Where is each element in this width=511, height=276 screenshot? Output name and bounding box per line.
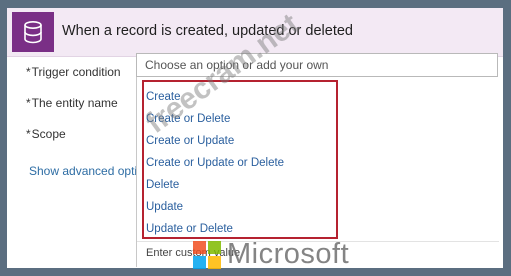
dropdown-option-update-or-delete[interactable]: Update or Delete xyxy=(146,223,233,235)
dropdown-option-create-or-delete[interactable]: Create or Delete xyxy=(146,113,230,125)
scope-label-text: Scope xyxy=(31,127,66,141)
trigger-condition-dropdown: Create Create or Delete Create or Update… xyxy=(136,77,499,267)
required-marker: * xyxy=(26,96,31,110)
dropdown-option-delete[interactable]: Delete xyxy=(146,179,179,191)
card-header[interactable]: When a record is created, updated or del… xyxy=(7,8,503,57)
dropdown-option-create[interactable]: Create xyxy=(146,91,181,103)
dropdown-option-create-or-update[interactable]: Create or Update xyxy=(146,135,234,147)
trigger-condition-label-text: Trigger condition xyxy=(31,65,121,79)
entity-name-label: *The entity name xyxy=(26,96,118,110)
trigger-condition-label: *Trigger condition xyxy=(26,65,121,79)
enter-custom-value-option[interactable]: Enter custom value xyxy=(146,247,240,259)
database-icon xyxy=(12,12,54,52)
entity-name-label-text: The entity name xyxy=(31,96,118,110)
required-marker: * xyxy=(26,127,31,141)
dropdown-option-create-or-update-or-delete[interactable]: Create or Update or Delete xyxy=(146,157,284,169)
dropdown-divider xyxy=(137,241,499,242)
scope-label: *Scope xyxy=(26,127,66,141)
card-title: When a record is created, updated or del… xyxy=(62,23,353,39)
required-marker: * xyxy=(26,65,31,79)
trigger-condition-combobox[interactable] xyxy=(136,53,498,77)
trigger-condition-input[interactable] xyxy=(137,54,485,76)
dropdown-option-update[interactable]: Update xyxy=(146,201,183,213)
